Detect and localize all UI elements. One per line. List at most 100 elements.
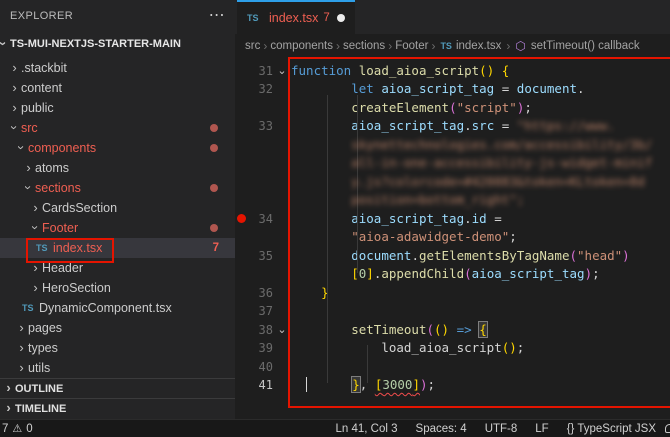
- warning-count: 0: [26, 423, 32, 435]
- fold-chevron-icon[interactable]: ⌄: [273, 325, 291, 335]
- code-row: [0].appendChild(aioa_script_tag);: [235, 265, 670, 284]
- bell-icon[interactable]: [665, 424, 670, 433]
- tree-item-types[interactable]: ›types: [0, 338, 235, 358]
- line-number: 34: [247, 212, 273, 226]
- code-token: [291, 211, 351, 226]
- chevron-down-icon: ›: [8, 121, 21, 134]
- status-problems[interactable]: 7 ⚠ 0: [0, 422, 33, 435]
- code-token: }: [352, 377, 360, 392]
- code-text: }: [291, 284, 329, 303]
- breadcrumb-item-file[interactable]: index.tsx: [456, 40, 501, 52]
- code-token: [291, 248, 351, 263]
- chevron-down-icon: ›: [0, 37, 10, 50]
- code-token: [291, 174, 351, 189]
- code-token: document: [351, 248, 411, 263]
- code-token: (: [426, 322, 434, 337]
- tree-item-label: .stackbit: [21, 61, 67, 75]
- code-token: ;: [517, 340, 525, 355]
- tree-item-atoms[interactable]: ›atoms: [0, 158, 235, 178]
- code-editor[interactable]: 30});31⌄function load_aioa_script() {32 …: [235, 57, 670, 419]
- code-token: [494, 63, 502, 78]
- chevron-right-icon: ›: [385, 39, 395, 53]
- code-token: document: [517, 81, 577, 96]
- code-token: ;: [428, 377, 436, 392]
- tree-item-label: Footer: [42, 221, 78, 235]
- code-row: createElement("script");: [235, 99, 670, 118]
- code-token: ;: [592, 266, 600, 281]
- tree-item-index-tsx[interactable]: TSindex.tsx7: [0, 238, 235, 258]
- code-token: getElementsByTagName: [419, 248, 570, 263]
- chevron-right-icon: ›: [8, 81, 21, 94]
- chevron-down-icon: ›: [15, 141, 28, 154]
- line-number: 31: [247, 64, 273, 78]
- code-token: (: [569, 248, 577, 263]
- breadcrumb-item-footer[interactable]: Footer: [395, 40, 428, 52]
- code-token: (: [464, 266, 472, 281]
- line-number: 33: [247, 119, 273, 133]
- panel-label: OUTLINE: [15, 383, 63, 395]
- modified-dot-icon: [210, 144, 218, 152]
- status-cursor-position[interactable]: Ln 41, Col 3: [336, 423, 398, 435]
- code-row: 33 aioa_script_tag.src = "https://www.: [235, 117, 670, 136]
- workspace-root[interactable]: › TS-MUI-NEXTJS-STARTER-MAIN: [0, 32, 235, 56]
- code-text: function load_aioa_script() {: [291, 62, 509, 81]
- panel-header-timeline[interactable]: ›TIMELINE: [0, 398, 235, 418]
- chevron-right-icon: ›: [8, 61, 21, 74]
- line-number: 30: [247, 57, 273, 59]
- code-row: 31⌄function load_aioa_script() {: [235, 62, 670, 81]
- breadcrumb-item-components[interactable]: components: [270, 40, 333, 52]
- code-token: all-in-one-accessibility-js-widget-minif: [351, 155, 652, 170]
- tree-item-dynamiccomponent-tsx[interactable]: TSDynamicComponent.tsx: [0, 298, 235, 318]
- gutter-breakpoint-area[interactable]: [235, 214, 247, 223]
- tree-item--stackbit[interactable]: ›.stackbit: [0, 58, 235, 78]
- tree-item-header[interactable]: ›Header: [0, 258, 235, 278]
- more-actions-icon[interactable]: ⋯: [209, 11, 225, 21]
- status-language-mode[interactable]: {} TypeScript JSX: [567, 423, 656, 435]
- status-encoding[interactable]: UTF-8: [485, 423, 518, 435]
- tree-item-label: content: [21, 81, 62, 95]
- chevron-right-icon: ›: [29, 261, 42, 274]
- status-eol[interactable]: LF: [535, 423, 548, 435]
- tree-item-src[interactable]: ›src: [0, 118, 235, 138]
- tree-item-public[interactable]: ›public: [0, 98, 235, 118]
- code-token: "aioa-adawidget-demo": [351, 229, 509, 244]
- chevron-right-icon: ›: [15, 361, 28, 374]
- code-token: .: [464, 211, 472, 226]
- tree-item-herosection[interactable]: ›HeroSection: [0, 278, 235, 298]
- tree-item-cardssection[interactable]: ›CardsSection: [0, 198, 235, 218]
- tree-item-sections[interactable]: ›sections: [0, 178, 235, 198]
- code-row: y.js?colorcode=#420083&token=KLtoken=8d: [235, 173, 670, 192]
- chevron-right-icon: ›: [15, 341, 28, 354]
- code-token: skynettechnologies.com/accessibility/3b/: [351, 137, 652, 152]
- code-text: load_aioa_script();: [291, 339, 524, 358]
- tab-index-tsx[interactable]: TS index.tsx 7: [237, 0, 355, 34]
- code-token: aioa_script_tag: [381, 81, 494, 96]
- breadcrumb: src›components›sections›Footer› TS index…: [235, 34, 670, 57]
- breadcrumb-item-sections[interactable]: sections: [343, 40, 385, 52]
- tree-item-footer[interactable]: ›Footer: [0, 218, 235, 238]
- code-token: {: [502, 63, 510, 78]
- status-indentation[interactable]: Spaces: 4: [416, 423, 467, 435]
- vscode-window: EXPLORER ⋯ › TS-MUI-NEXTJS-STARTER-MAIN …: [0, 0, 670, 437]
- breakpoint-icon[interactable]: [237, 214, 246, 223]
- line-number: 36: [247, 286, 273, 300]
- tree-item-pages[interactable]: ›pages: [0, 318, 235, 338]
- chevron-right-icon: ›: [2, 381, 15, 394]
- code-token: aioa_script_tag: [472, 266, 585, 281]
- code-token: (: [449, 100, 457, 115]
- status-bar: 7 ⚠ 0 Ln 41, Col 3 Spaces: 4 UTF-8 LF {} Typ…: [0, 419, 670, 437]
- code-text: all-in-one-accessibility-js-widget-minif: [291, 154, 652, 173]
- tree-item-label: components: [28, 141, 96, 155]
- code-token: setTimeout: [351, 322, 426, 337]
- code-token: "https://www.: [517, 118, 615, 133]
- code-token: {: [479, 322, 487, 337]
- code-row: 32 let aioa_script_tag = document.: [235, 80, 670, 99]
- breadcrumb-item-src[interactable]: src: [245, 40, 260, 52]
- tree-item-content[interactable]: ›content: [0, 78, 235, 98]
- panel-header-outline[interactable]: ›OUTLINE: [0, 378, 235, 398]
- dirty-indicator-icon[interactable]: [337, 14, 345, 22]
- tree-item-utils[interactable]: ›utils: [0, 358, 235, 378]
- fold-chevron-icon[interactable]: ⌄: [273, 66, 291, 76]
- breadcrumb-item-symbol[interactable]: setTimeout() callback: [531, 40, 640, 52]
- tree-item-components[interactable]: ›components: [0, 138, 235, 158]
